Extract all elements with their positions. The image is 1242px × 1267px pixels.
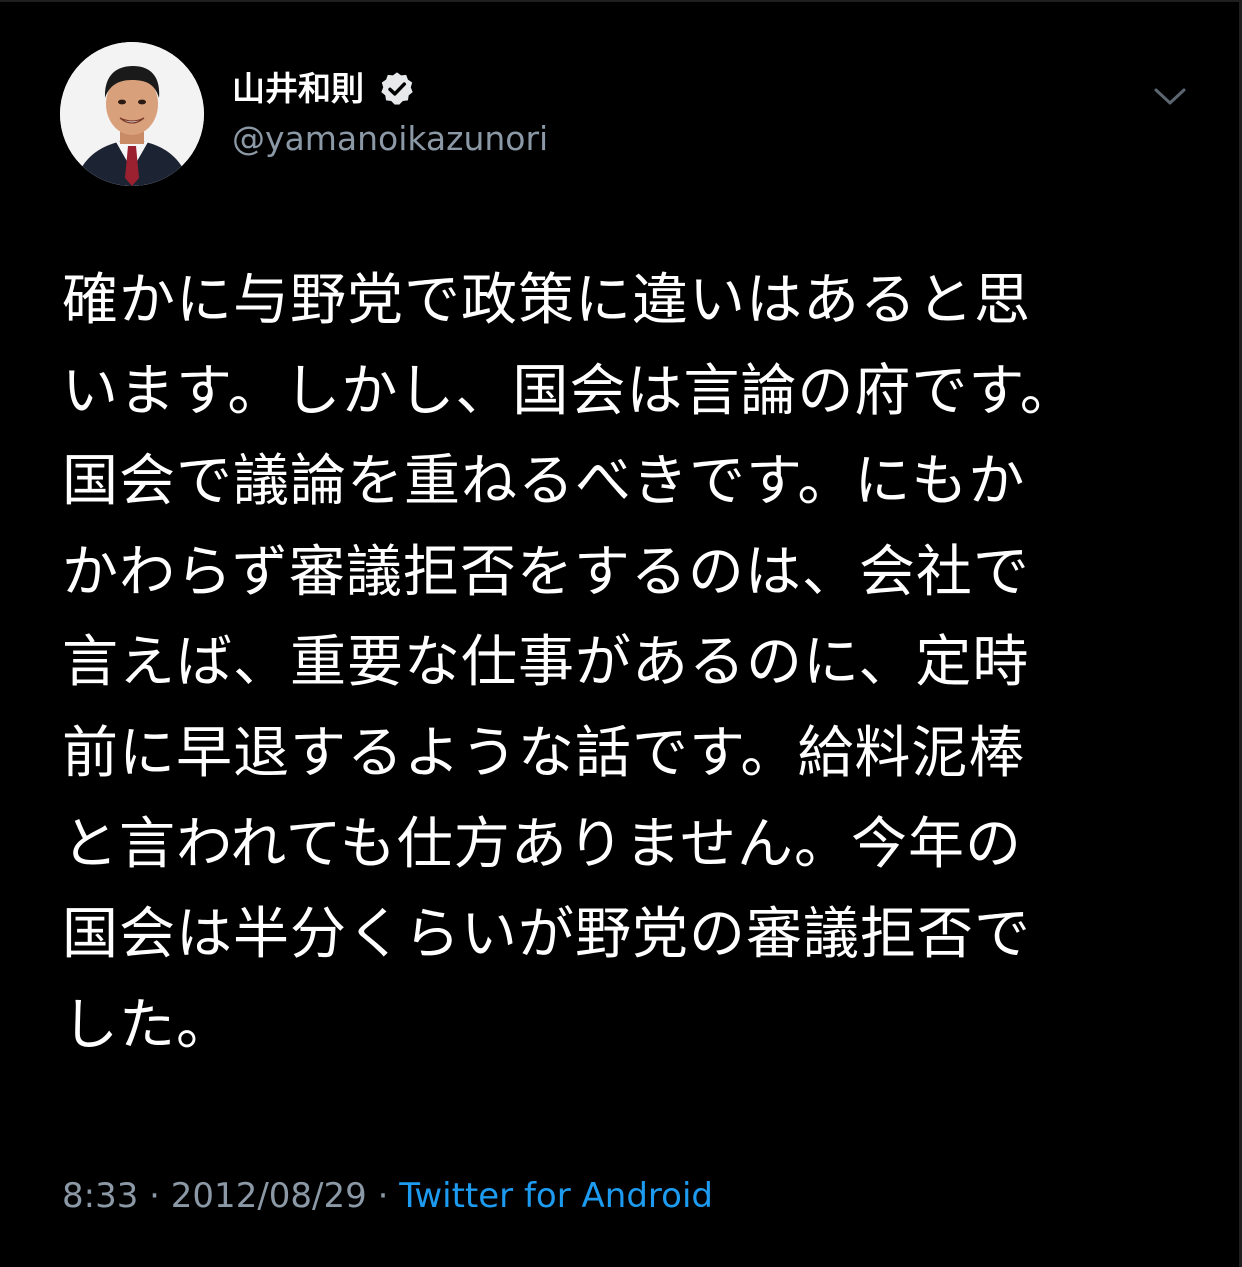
tweet-detail: 山井和則 @yamanoikazunori 確かに与野党で政策に違いはあると思 … <box>0 0 1242 1267</box>
profile-photo-icon <box>60 42 204 186</box>
tweet-source-link[interactable]: Twitter for Android <box>399 1176 713 1216</box>
avatar[interactable] <box>60 42 204 186</box>
tweet-meta: 8:33 · 2012/08/29 · Twitter for Android <box>62 1172 713 1220</box>
tweet-time[interactable]: 8:33 <box>62 1176 138 1216</box>
meta-separator: · <box>366 1176 400 1216</box>
verified-badge-icon <box>378 70 416 108</box>
author-display-name[interactable]: 山井和則 <box>232 64 364 114</box>
tweet-date[interactable]: 2012/08/29 <box>171 1176 367 1216</box>
author-name-row[interactable]: 山井和則 <box>232 64 416 114</box>
author-handle[interactable]: @yamanoikazunori <box>232 116 548 162</box>
tweet-text: 確かに与野党で政策に違いはあると思 います。しかし、国会は言論の府です。 国会で… <box>62 268 1077 1058</box>
chevron-down-icon[interactable] <box>1150 76 1190 116</box>
meta-separator: · <box>138 1176 171 1216</box>
